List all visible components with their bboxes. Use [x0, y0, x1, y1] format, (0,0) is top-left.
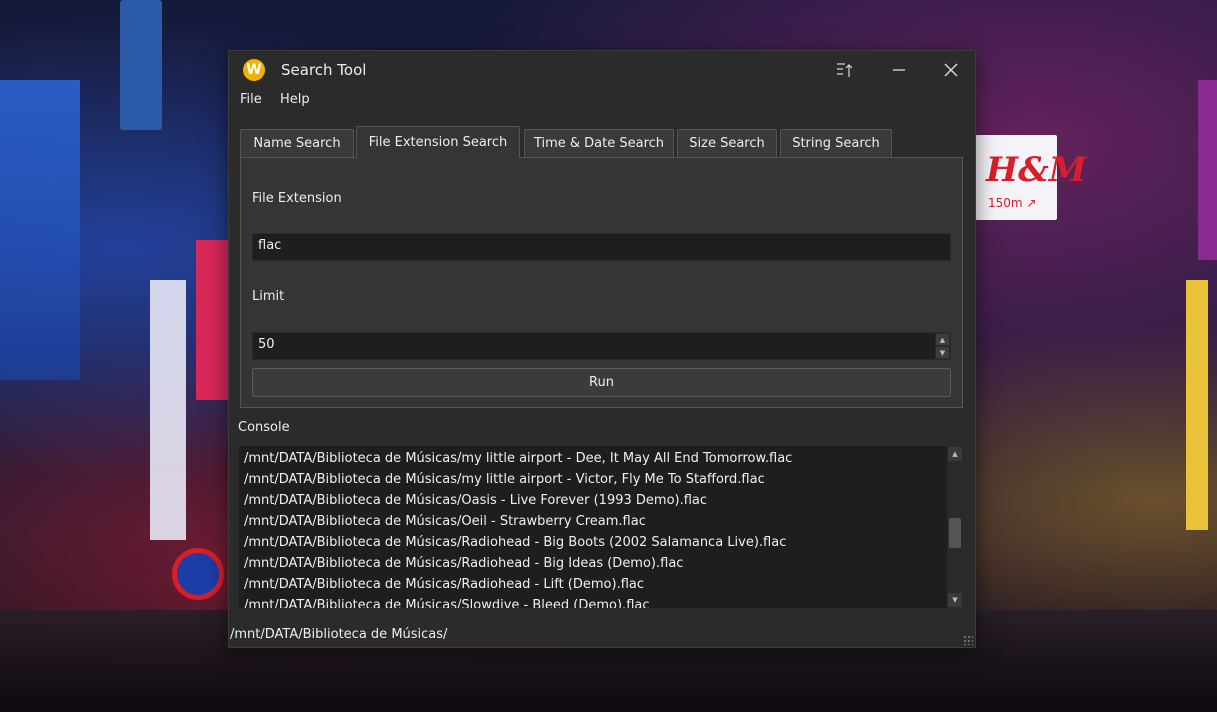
tab-string-search[interactable]: String Search [780, 129, 892, 157]
menu-file[interactable]: File [240, 92, 262, 107]
console-label: Console [238, 420, 290, 435]
window-title: Search Tool [281, 61, 367, 79]
pin-arrow-icon [837, 63, 853, 77]
console-line: /mnt/DATA/Biblioteca de Músicas/Oasis - … [244, 493, 708, 508]
limit-label: Limit [252, 289, 285, 304]
run-button[interactable]: Run [252, 368, 951, 397]
console-line: /mnt/DATA/Biblioteca de Músicas/Radiohea… [244, 556, 684, 571]
tab-file-extension-search[interactable]: File Extension Search [356, 126, 520, 158]
status-bar: /mnt/DATA/Biblioteca de Músicas/ [229, 623, 975, 647]
search-tool-window: W Search Tool File Help Name Search File… [228, 50, 976, 648]
file-extension-label: File Extension [252, 191, 342, 206]
minimize-button[interactable] [879, 55, 919, 85]
wallpaper-no-entry-sign [172, 548, 224, 600]
wallpaper-blue-sign [0, 80, 80, 380]
console-line: /mnt/DATA/Biblioteca de Músicas/Radiohea… [244, 535, 787, 550]
file-extension-panel: File Extension flac Limit 50 ▲ ▼ Run [240, 157, 963, 408]
wallpaper-yellow-sign [1186, 280, 1208, 530]
limit-spinbox[interactable]: 50 [252, 332, 951, 360]
console-output[interactable]: /mnt/DATA/Biblioteca de Músicas/my littl… [238, 445, 964, 609]
close-icon [944, 63, 958, 77]
file-extension-input[interactable]: flac [252, 233, 951, 261]
menu-help[interactable]: Help [280, 92, 310, 107]
scroll-up-icon[interactable]: ▲ [948, 447, 962, 461]
wallpaper-shibuya-sign [120, 0, 162, 130]
keep-above-button[interactable] [825, 55, 865, 85]
wallpaper-magenta-sign [1198, 80, 1217, 260]
wallpaper-red-sign [196, 240, 230, 400]
menu-bar: File Help [229, 89, 975, 113]
wallpaper-hm-distance: 150m ↗ [988, 196, 1037, 210]
status-path: /mnt/DATA/Biblioteca de Músicas/ [230, 627, 448, 642]
tab-size-search[interactable]: Size Search [677, 129, 777, 157]
console-line: /mnt/DATA/Biblioteca de Músicas/my littl… [244, 451, 793, 466]
console-scrollbar[interactable]: ▲ ▼ [947, 446, 963, 608]
spin-up-icon[interactable]: ▲ [935, 333, 950, 346]
console-line: /mnt/DATA/Biblioteca de Músicas/Slowdive… [244, 598, 650, 609]
limit-spin-buttons: ▲ ▼ [935, 333, 950, 359]
spin-down-icon[interactable]: ▼ [935, 346, 950, 359]
wallpaper-hm-logo: H&M [986, 150, 1087, 190]
close-button[interactable] [931, 55, 971, 85]
tab-name-search[interactable]: Name Search [240, 129, 354, 157]
console-line: /mnt/DATA/Biblioteca de Músicas/Radiohea… [244, 577, 644, 592]
wallpaper-white-sign [150, 280, 186, 540]
console-line: /mnt/DATA/Biblioteca de Músicas/my littl… [244, 472, 765, 487]
title-bar[interactable]: W Search Tool [229, 51, 975, 89]
resize-grip-icon[interactable] [963, 635, 973, 645]
console-lines: /mnt/DATA/Biblioteca de Músicas/my littl… [244, 448, 944, 609]
scrollbar-thumb[interactable] [949, 518, 961, 548]
console-line: /mnt/DATA/Biblioteca de Músicas/Oeil - S… [244, 514, 646, 529]
minimize-icon [893, 69, 905, 71]
app-logo-icon: W [243, 59, 265, 81]
scroll-down-icon[interactable]: ▼ [948, 593, 962, 607]
tab-time-date-search[interactable]: Time & Date Search [524, 129, 674, 157]
